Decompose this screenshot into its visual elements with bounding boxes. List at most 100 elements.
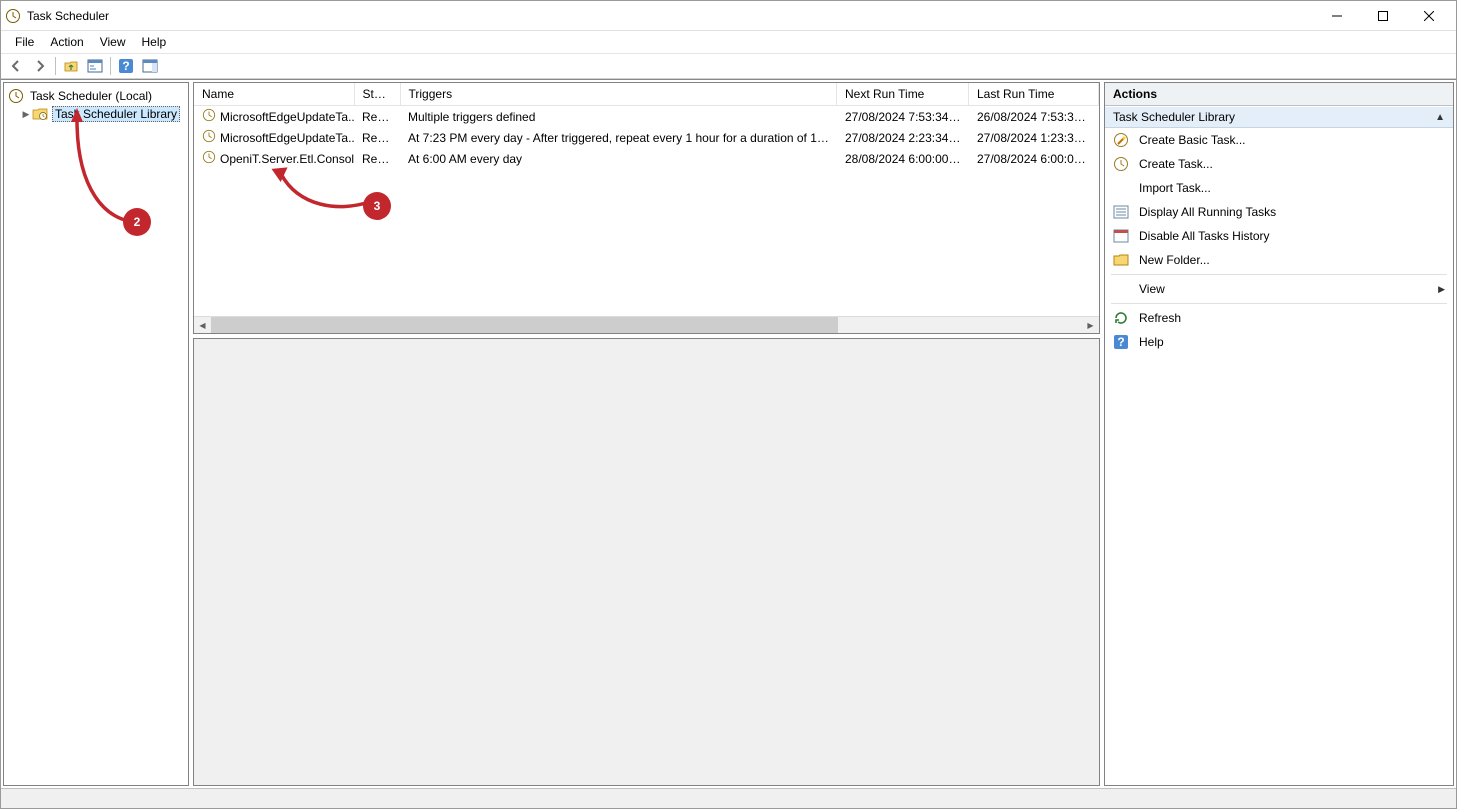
action-help[interactable]: ? Help: [1105, 330, 1453, 354]
chevron-right-icon[interactable]: ▶: [20, 109, 32, 120]
collapse-icon[interactable]: ▲: [1435, 112, 1445, 123]
tasks-table: Name Status Triggers Next Run Time Last …: [194, 83, 1099, 106]
scroll-track[interactable]: [211, 317, 1082, 333]
clock-icon: [202, 129, 216, 146]
maximize-button[interactable]: [1360, 2, 1406, 30]
window-title: Task Scheduler: [27, 9, 1314, 23]
menu-view[interactable]: View: [92, 33, 134, 51]
divider: [1111, 303, 1447, 304]
action-refresh[interactable]: Refresh: [1105, 306, 1453, 330]
action-import-task[interactable]: Import Task...: [1105, 176, 1453, 200]
tree-library[interactable]: ▶ Task Scheduler Library: [6, 105, 186, 123]
col-last-run[interactable]: Last Run Time: [969, 83, 1099, 106]
scroll-right-icon[interactable]: ▶: [1082, 317, 1099, 334]
col-triggers[interactable]: Triggers: [400, 83, 837, 106]
task-next: 27/08/2024 7:53:34 PM: [837, 106, 969, 127]
folder-icon: [1113, 252, 1129, 268]
pane-button[interactable]: [139, 55, 161, 77]
wizard-icon: [1113, 132, 1129, 148]
task-triggers: At 7:23 PM every day - After triggered, …: [400, 127, 837, 148]
task-next: 28/08/2024 6:00:00 AM: [837, 148, 969, 169]
action-label: Import Task...: [1139, 181, 1211, 195]
forward-button[interactable]: [29, 55, 51, 77]
back-button[interactable]: [5, 55, 27, 77]
action-view[interactable]: View ▶: [1105, 277, 1453, 301]
action-label: Disable All Tasks History: [1139, 229, 1270, 243]
help-button[interactable]: ?: [115, 55, 137, 77]
task-name: MicrosoftEdgeUpdateTa...: [220, 110, 354, 124]
separator: [110, 57, 111, 75]
task-name: OpeniT.Server.Etl.Console: [220, 152, 354, 166]
tasks-header-row: Name Status Triggers Next Run Time Last …: [194, 83, 1099, 106]
menubar: File Action View Help: [1, 31, 1456, 53]
blank-icon: [1113, 180, 1129, 196]
col-next-run[interactable]: Next Run Time: [837, 83, 969, 106]
tree-root-label: Task Scheduler (Local): [28, 89, 154, 103]
menu-help[interactable]: Help: [134, 33, 175, 51]
scroll-left-icon[interactable]: ◀: [194, 317, 211, 334]
action-create-basic-task[interactable]: Create Basic Task...: [1105, 128, 1453, 152]
menu-action[interactable]: Action: [42, 33, 91, 51]
task-status: Ready: [354, 148, 400, 169]
history-icon: [1113, 228, 1129, 244]
task-scheduler-window: Task Scheduler File Action View Help ?: [0, 0, 1457, 809]
statusbar: [1, 788, 1456, 808]
separator: [55, 57, 56, 75]
detail-pane: [193, 338, 1100, 786]
task-status: Ready: [354, 127, 400, 148]
chevron-right-icon: ▶: [1438, 284, 1445, 295]
action-disable-history[interactable]: Disable All Tasks History: [1105, 224, 1453, 248]
menu-file[interactable]: File: [7, 33, 42, 51]
tasks-list-pane: Name Status Triggers Next Run Time Last …: [193, 82, 1100, 334]
up-button[interactable]: [60, 55, 82, 77]
task-triggers: Multiple triggers defined: [400, 106, 837, 127]
properties-button[interactable]: [84, 55, 106, 77]
actions-pane: Actions Task Scheduler Library ▲ Create …: [1104, 82, 1454, 786]
clock-icon: [202, 108, 216, 125]
action-display-running[interactable]: Display All Running Tasks: [1105, 200, 1453, 224]
task-last: 27/08/2024 1:23:34 PM: [969, 127, 1099, 148]
action-label: Help: [1139, 335, 1164, 349]
svg-text:?: ?: [1117, 335, 1124, 349]
actions-section-header[interactable]: Task Scheduler Library ▲: [1105, 106, 1453, 128]
toolbar: ?: [1, 53, 1456, 79]
main-content: Task Scheduler (Local) ▶ Task Scheduler …: [1, 79, 1456, 788]
svg-text:?: ?: [122, 59, 129, 73]
clock-icon: [202, 150, 216, 167]
task-last: 27/08/2024 6:00:00 AM: [969, 148, 1099, 169]
center-area: Name Status Triggers Next Run Time Last …: [191, 80, 1102, 788]
task-triggers: At 6:00 AM every day: [400, 148, 837, 169]
col-status[interactable]: Status: [354, 83, 400, 106]
task-status: Ready: [354, 106, 400, 127]
task-row[interactable]: OpeniT.Server.Etl.Console Ready At 6:00 …: [194, 148, 1099, 169]
action-label: Refresh: [1139, 311, 1181, 325]
tree-root[interactable]: Task Scheduler (Local): [6, 87, 186, 105]
clock-icon: [8, 88, 24, 104]
col-name[interactable]: Name: [194, 83, 354, 106]
list-icon: [1113, 204, 1129, 220]
refresh-icon: [1113, 310, 1129, 326]
action-label: New Folder...: [1139, 253, 1210, 267]
folder-clock-icon: [32, 106, 48, 122]
action-create-task[interactable]: Create Task...: [1105, 152, 1453, 176]
task-next: 27/08/2024 2:23:34 PM: [837, 127, 969, 148]
close-button[interactable]: [1406, 2, 1452, 30]
scroll-thumb[interactable]: [211, 317, 838, 333]
actions-section-title: Task Scheduler Library: [1113, 110, 1235, 124]
horizontal-scrollbar[interactable]: ◀ ▶: [194, 316, 1099, 333]
minimize-button[interactable]: [1314, 2, 1360, 30]
actions-header: Actions: [1105, 83, 1453, 106]
task-name: MicrosoftEdgeUpdateTa...: [220, 131, 354, 145]
action-label: Create Task...: [1139, 157, 1213, 171]
help-icon: ?: [1113, 334, 1129, 350]
blank-icon: [1113, 281, 1129, 297]
clock-icon: [5, 8, 21, 24]
action-new-folder[interactable]: New Folder...: [1105, 248, 1453, 272]
action-label: View: [1139, 282, 1165, 296]
tasks-body: MicrosoftEdgeUpdateTa... Ready Multiple …: [194, 106, 1099, 316]
task-row[interactable]: MicrosoftEdgeUpdateTa... Ready Multiple …: [194, 106, 1099, 127]
task-row[interactable]: MicrosoftEdgeUpdateTa... Ready At 7:23 P…: [194, 127, 1099, 148]
task-last: 26/08/2024 7:53:34 PM: [969, 106, 1099, 127]
titlebar: Task Scheduler: [1, 1, 1456, 31]
divider: [1111, 274, 1447, 275]
